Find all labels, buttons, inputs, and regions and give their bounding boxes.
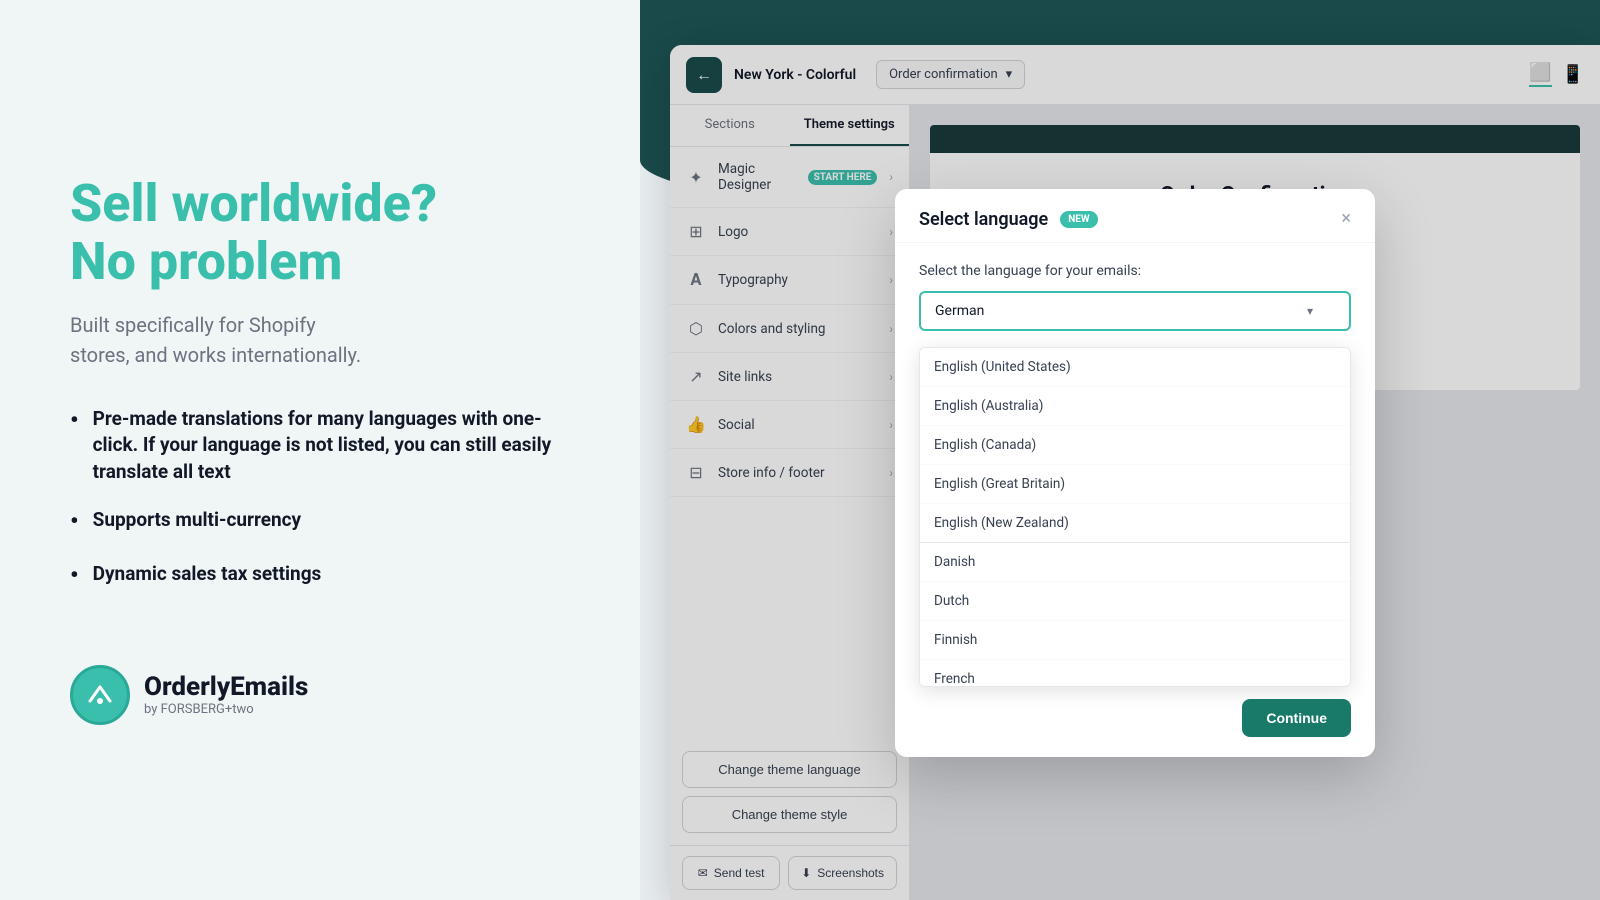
language-select-display[interactable]: German ▾ [919, 291, 1351, 331]
logo-sub: by FORSBERG+two [144, 702, 308, 717]
continue-button[interactable]: Continue [1242, 699, 1351, 737]
headline: Sell worldwide?No problem [70, 175, 570, 289]
language-select-wrapper: German ▾ [919, 291, 1351, 331]
lang-english-ca[interactable]: English (Canada) [920, 426, 1350, 465]
language-modal: Select language NEW × Select the languag… [895, 189, 1375, 757]
lang-french[interactable]: French [920, 660, 1350, 687]
lang-finnish[interactable]: Finnish [920, 621, 1350, 660]
lang-danish[interactable]: Danish [920, 543, 1350, 582]
bullet-item-3: Dynamic sales tax settings [70, 561, 570, 593]
lang-english-nz[interactable]: English (New Zealand) [920, 504, 1350, 543]
logo-text-block: OrderlyEmails by FORSBERG+two [144, 672, 308, 717]
modal-header: Select language NEW × [895, 189, 1375, 243]
lang-english-us[interactable]: English (United States) [920, 348, 1350, 387]
logo-area: OrderlyEmails by FORSBERG+two [70, 665, 570, 725]
modal-new-badge: NEW [1060, 211, 1097, 228]
modal-overlay[interactable]: Select language NEW × Select the languag… [670, 45, 1600, 900]
modal-body: Select the language for your emails: Ger… [895, 243, 1375, 757]
app-window: ← New York - Colorful Order confirmation… [670, 45, 1600, 900]
modal-title: Select language [919, 209, 1048, 230]
language-current-value: German [935, 303, 984, 319]
modal-label: Select the language for your emails: [919, 263, 1351, 279]
left-panel: Sell worldwide?No problem Built specific… [0, 0, 640, 900]
bullet-item-1: Pre-made translations for many languages… [70, 406, 570, 486]
modal-close-button[interactable]: × [1341, 210, 1351, 228]
bullet-item-2: Supports multi-currency [70, 507, 570, 539]
lang-dutch[interactable]: Dutch [920, 582, 1350, 621]
language-dropdown[interactable]: English (United States) English (Austral… [919, 347, 1351, 687]
subtitle: Built specifically for Shopifystores, an… [70, 310, 570, 370]
lang-english-au[interactable]: English (Australia) [920, 387, 1350, 426]
lang-english-gb[interactable]: English (Great Britain) [920, 465, 1350, 504]
logo-icon [70, 665, 130, 725]
right-panel: ← New York - Colorful Order confirmation… [640, 0, 1600, 900]
dropdown-arrow-icon: ▾ [1307, 304, 1313, 318]
logo-brand: OrderlyEmails [144, 672, 308, 702]
bullet-list: Pre-made translations for many languages… [70, 406, 570, 615]
